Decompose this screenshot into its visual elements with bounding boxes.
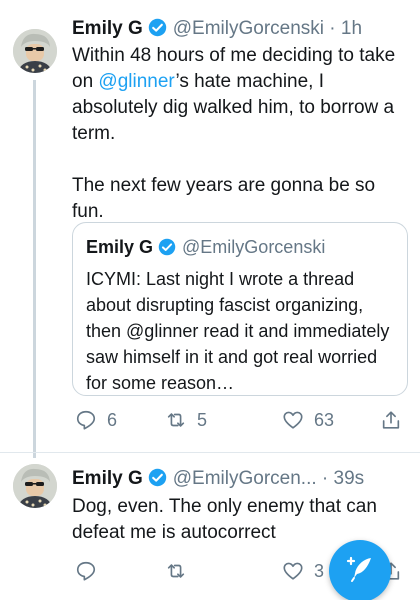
display-name[interactable]: Emily G xyxy=(72,18,143,39)
like-button[interactable]: 63 xyxy=(282,405,334,435)
verified-badge-icon xyxy=(158,238,176,256)
quoted-tweet[interactable]: Emily G @EmilyGorcenski ICYMI: Last night… xyxy=(72,222,408,396)
tweet-header: Emily G @EmilyGorcen... · 39s xyxy=(72,467,414,493)
quoted-tweet-text: ICYMI: Last night I wrote a thread about… xyxy=(86,269,390,393)
verified-badge-icon xyxy=(148,18,167,37)
tweet-actions: 6 5 63 xyxy=(72,405,412,435)
separator-dot: · xyxy=(321,468,329,489)
timestamp[interactable]: 39s xyxy=(334,468,365,489)
avatar[interactable] xyxy=(13,29,57,73)
tweet-header: Emily G @EmilyGorcenski · 1h xyxy=(72,17,414,43)
share-icon xyxy=(380,409,402,431)
reply-count: 6 xyxy=(107,409,118,430)
share-button[interactable] xyxy=(380,405,402,435)
verified-badge-icon xyxy=(148,468,167,487)
tweet-text-paragraph: The next few years are gonna be so fun. xyxy=(72,175,376,222)
display-name[interactable]: Emily G xyxy=(72,468,143,489)
retweet-count: 5 xyxy=(197,409,208,430)
reply-icon xyxy=(75,409,97,431)
separator-dot: · xyxy=(329,18,336,39)
heart-icon xyxy=(282,409,304,431)
like-count: 63 xyxy=(314,409,335,430)
retweet-icon xyxy=(165,560,187,582)
compose-feather-icon xyxy=(344,553,376,590)
quoted-display-name: Emily G xyxy=(86,237,154,257)
quoted-user-handle: @EmilyGorcenski xyxy=(182,237,326,257)
like-button[interactable]: 3 xyxy=(282,556,324,586)
timestamp[interactable]: 1h xyxy=(341,18,362,39)
retweet-button[interactable] xyxy=(165,556,197,586)
reply-button[interactable] xyxy=(75,556,107,586)
compose-tweet-button[interactable] xyxy=(329,540,391,600)
retweet-icon xyxy=(165,409,187,431)
retweet-button[interactable]: 5 xyxy=(165,405,207,435)
reply-button[interactable]: 6 xyxy=(75,405,117,435)
avatar[interactable] xyxy=(13,464,57,508)
thread-connector-line xyxy=(33,80,36,458)
user-handle[interactable]: @EmilyGorcenski xyxy=(173,18,324,39)
heart-icon xyxy=(282,560,304,582)
quoted-tweet-header: Emily G @EmilyGorcenski xyxy=(86,235,394,259)
like-count: 3 xyxy=(314,560,325,581)
user-handle[interactable]: @EmilyGorcen... xyxy=(173,468,317,489)
mention-link[interactable]: @glinner xyxy=(98,71,175,92)
tweet-text: Within 48 hours of me deciding to take o… xyxy=(72,43,412,225)
reply-icon xyxy=(75,560,97,582)
tweet-text: Dog, even. The only enemy that can defea… xyxy=(72,496,377,543)
tweet[interactable]: Emily G @EmilyGorcenski · 1h Within 48 ho… xyxy=(0,0,420,458)
